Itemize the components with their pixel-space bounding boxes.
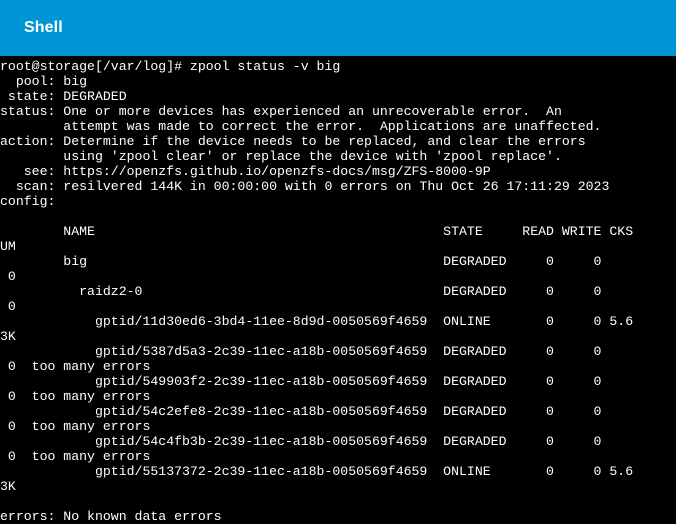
terminal-line: gptid/54c4fb3b-2c39-11ec-a18b-0050569f46…	[0, 434, 602, 449]
terminal-line: see: https://openzfs.github.io/openzfs-d…	[0, 164, 491, 179]
terminal-line: 0 too many errors	[0, 419, 151, 434]
page-title: Shell	[24, 19, 63, 36]
terminal-line: 0 too many errors	[0, 389, 151, 404]
terminal-line: UM	[0, 239, 16, 254]
terminal-line: gptid/54c2efe8-2c39-11ec-a18b-0050569f46…	[0, 404, 602, 419]
terminal-line: pool: big	[0, 74, 88, 89]
terminal-line: big DEGRADED 0 0	[0, 254, 602, 269]
terminal-line: root@storage[/var/log]# zpool status -v …	[0, 59, 341, 74]
terminal-line: raidz2-0 DEGRADED 0 0	[0, 284, 602, 299]
terminal-line: using 'zpool clear' or replace the devic…	[0, 149, 562, 164]
terminal-line: errors: No known data errors	[0, 509, 222, 524]
terminal-line: 0 too many errors	[0, 359, 151, 374]
terminal-line: action: Determine if the device needs to…	[0, 134, 586, 149]
terminal-line: gptid/11d30ed6-3bd4-11ee-8d9d-0050569f46…	[0, 314, 634, 329]
terminal-line: config:	[0, 194, 56, 209]
terminal-line: 3K	[0, 479, 16, 494]
top-bar: Shell	[0, 0, 676, 56]
shell-app: Shell root@storage[/var/log]# zpool stat…	[0, 0, 676, 524]
terminal-line: gptid/5387d5a3-2c39-11ec-a18b-0050569f46…	[0, 344, 602, 359]
terminal-line: gptid/55137372-2c39-11ec-a18b-0050569f46…	[0, 464, 634, 479]
terminal-line: scan: resilvered 144K in 00:00:00 with 0…	[0, 179, 610, 194]
terminal-output[interactable]: root@storage[/var/log]# zpool status -v …	[0, 56, 676, 524]
terminal-line: attempt was made to correct the error. A…	[0, 119, 602, 134]
terminal-line: 0 too many errors	[0, 449, 151, 464]
terminal-line: status: One or more devices has experien…	[0, 104, 562, 119]
terminal-line: 0	[0, 299, 16, 314]
terminal-line: 3K	[0, 329, 16, 344]
terminal-line: gptid/549903f2-2c39-11ec-a18b-0050569f46…	[0, 374, 602, 389]
terminal-line: NAME STATE READ WRITE CKS	[0, 224, 634, 239]
terminal-line: 0	[0, 269, 16, 284]
terminal-line: state: DEGRADED	[0, 89, 127, 104]
